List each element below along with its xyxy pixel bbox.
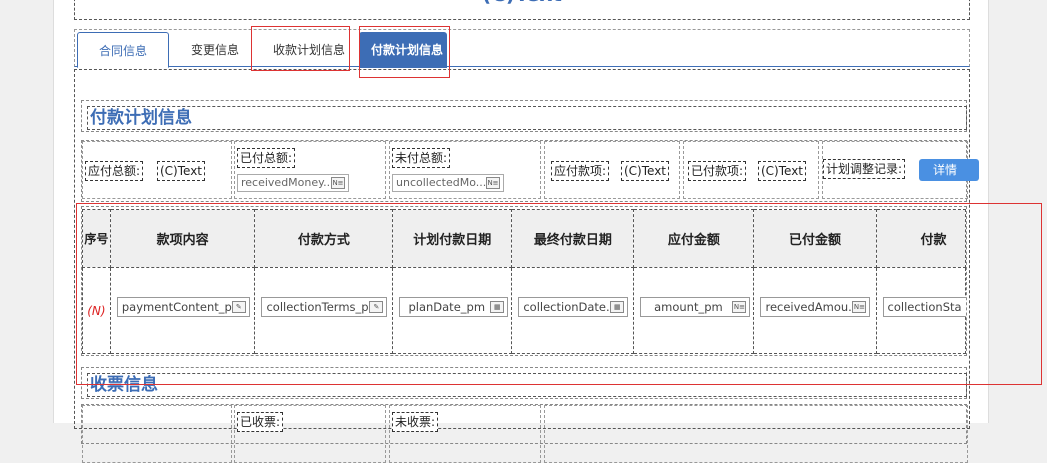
tab-contract-info[interactable]: 合同信息 (77, 32, 169, 68)
summary-cell-payable-items: 应付款项: (C)Text (544, 141, 680, 199)
tab-change-info[interactable]: 变更信息 (179, 32, 251, 68)
summary-cell-total-unpaid: 未付总额: uncollectedMo... N≡ (389, 141, 541, 199)
summary-row: 应付总额: (C)Text 已付总额: receivedMoney... N≡ … (81, 140, 979, 202)
total-unpaid-label: 未付总额: (392, 148, 451, 168)
summary-cell-total-payable: 应付总额: (C)Text (82, 141, 232, 199)
detail-button[interactable]: 详情 (919, 159, 979, 181)
unreceived-invoice-label: 未收票: (392, 412, 439, 432)
total-unpaid-field[interactable]: uncollectedMo... N≡ (392, 174, 504, 192)
invoice-summary-row: 已收票: 未收票: (81, 404, 968, 463)
invoice-cell-received: 已收票: (234, 405, 386, 463)
paid-items-label: 已付款项: (688, 161, 747, 181)
number-icon: N≡ (331, 177, 345, 189)
invoice-cell-1 (82, 405, 232, 463)
tab-bar: 合同信息 变更信息 收款计划信息 付款计划信息 (74, 29, 970, 68)
received-invoice-label: 已收票: (237, 412, 284, 432)
total-payable-label: 应付总额: (85, 161, 144, 181)
payment-section-title: 付款计划信息 (87, 106, 967, 130)
invoice-cell-unreceived: 未收票: (389, 405, 541, 463)
total-unpaid-field-value: uncollectedMo... (396, 176, 487, 189)
highlight-box-grid (76, 203, 1042, 385)
total-paid-field-value: receivedMoney... (241, 176, 334, 189)
form-title: (C)Text (74, 0, 970, 20)
invoice-cell-4 (544, 405, 968, 463)
number-icon: N≡ (486, 177, 500, 189)
total-paid-label: 已付总额: (237, 148, 296, 168)
summary-cell-total-paid: 已付总额: receivedMoney... N≡ (234, 141, 386, 199)
summary-cell-paid-items: 已付款项: (C)Text (683, 141, 819, 199)
summary-cell-adjust-record: 计划调整记录: 详情 (822, 141, 979, 199)
paid-items-value: (C)Text (758, 161, 807, 181)
payable-items-label: 应付款项: (551, 161, 610, 181)
adjust-record-label: 计划调整记录: (823, 159, 906, 179)
tab-collection-plan[interactable]: 收款计划信息 (261, 32, 357, 68)
tab-payment-plan[interactable]: 付款计划信息 (359, 32, 447, 68)
total-paid-field[interactable]: receivedMoney... N≡ (237, 174, 349, 192)
total-payable-value: (C)Text (157, 161, 206, 181)
payable-items-value: (C)Text (621, 161, 670, 181)
